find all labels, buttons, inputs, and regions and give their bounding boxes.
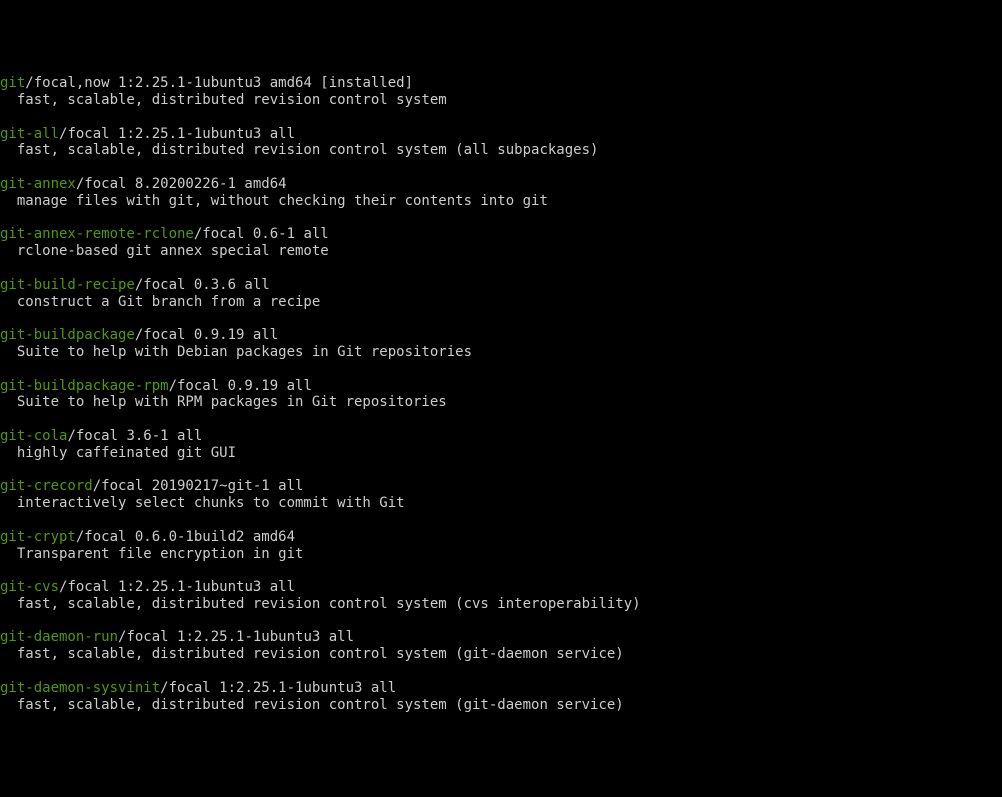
package-meta: /focal 8.20200226-1 amd64 (76, 176, 287, 192)
blank-line (0, 361, 1002, 378)
package-description: manage files with git, without checking … (0, 193, 1002, 210)
package-description: fast, scalable, distributed revision con… (0, 92, 1002, 109)
package-entry-line: git-cola/focal 3.6-1 all (0, 428, 1002, 445)
package-name: git-crecord (0, 478, 93, 494)
package-name: git-annex-remote-rclone (0, 226, 194, 242)
package-entry-line: git-daemon-sysvinit/focal 1:2.25.1-1ubun… (0, 680, 1002, 697)
package-name: git (0, 75, 25, 91)
package-name: git-build-recipe (0, 277, 135, 293)
blank-line (0, 512, 1002, 529)
blank-line (0, 411, 1002, 428)
package-entry-line: git-cvs/focal 1:2.25.1-1ubuntu3 all (0, 579, 1002, 596)
package-name: git-cola (0, 428, 67, 444)
package-description: interactively select chunks to commit wi… (0, 495, 1002, 512)
package-entry-line: git-annex/focal 8.20200226-1 amd64 (0, 176, 1002, 193)
terminal-output[interactable]: git/focal,now 1:2.25.1-1ubuntu3 amd64 [i… (0, 75, 1002, 713)
package-description: Suite to help with Debian packages in Gi… (0, 344, 1002, 361)
package-entry-line: git-crecord/focal 20190217~git-1 all (0, 478, 1002, 495)
package-entry-line: git-buildpackage/focal 0.9.19 all (0, 327, 1002, 344)
package-meta: /focal 0.3.6 all (135, 277, 270, 293)
blank-line (0, 159, 1002, 176)
package-entry-line: git/focal,now 1:2.25.1-1ubuntu3 amd64 [i… (0, 75, 1002, 92)
package-meta: /focal 3.6-1 all (67, 428, 202, 444)
package-description: fast, scalable, distributed revision con… (0, 142, 1002, 159)
package-entry-line: git-crypt/focal 0.6.0-1build2 amd64 (0, 529, 1002, 546)
package-name: git-daemon-run (0, 629, 118, 645)
package-meta: /focal 1:2.25.1-1ubuntu3 all (118, 629, 354, 645)
blank-line (0, 613, 1002, 630)
package-meta: /focal 0.6-1 all (194, 226, 329, 242)
package-meta: /focal 1:2.25.1-1ubuntu3 all (59, 579, 295, 595)
blank-line (0, 310, 1002, 327)
package-description: Suite to help with RPM packages in Git r… (0, 394, 1002, 411)
package-meta: /focal 20190217~git-1 all (93, 478, 304, 494)
blank-line (0, 210, 1002, 227)
package-description: highly caffeinated git GUI (0, 445, 1002, 462)
package-name: git-daemon-sysvinit (0, 680, 160, 696)
package-name: git-annex (0, 176, 76, 192)
blank-line (0, 663, 1002, 680)
package-meta: /focal 0.6.0-1build2 amd64 (76, 529, 295, 545)
package-entry-line: git-all/focal 1:2.25.1-1ubuntu3 all (0, 126, 1002, 143)
package-description: rclone-based git annex special remote (0, 243, 1002, 260)
package-meta: /focal 1:2.25.1-1ubuntu3 all (160, 680, 396, 696)
package-entry-line: git-buildpackage-rpm/focal 0.9.19 all (0, 378, 1002, 395)
package-name: git-crypt (0, 529, 76, 545)
blank-line (0, 562, 1002, 579)
package-name: git-all (0, 126, 59, 142)
package-description: fast, scalable, distributed revision con… (0, 697, 1002, 714)
blank-line (0, 260, 1002, 277)
package-description: construct a Git branch from a recipe (0, 294, 1002, 311)
package-entry-line: git-build-recipe/focal 0.3.6 all (0, 277, 1002, 294)
package-entry-line: git-daemon-run/focal 1:2.25.1-1ubuntu3 a… (0, 629, 1002, 646)
package-description: Transparent file encryption in git (0, 546, 1002, 563)
package-name: git-cvs (0, 579, 59, 595)
package-meta: /focal 1:2.25.1-1ubuntu3 all (59, 126, 295, 142)
blank-line (0, 109, 1002, 126)
package-meta: /focal 0.9.19 all (169, 378, 312, 394)
package-meta: /focal 0.9.19 all (135, 327, 278, 343)
package-meta: /focal,now 1:2.25.1-1ubuntu3 amd64 [inst… (25, 75, 413, 91)
package-description: fast, scalable, distributed revision con… (0, 596, 1002, 613)
package-entry-line: git-annex-remote-rclone/focal 0.6-1 all (0, 226, 1002, 243)
package-name: git-buildpackage (0, 327, 135, 343)
package-name: git-buildpackage-rpm (0, 378, 169, 394)
blank-line (0, 462, 1002, 479)
